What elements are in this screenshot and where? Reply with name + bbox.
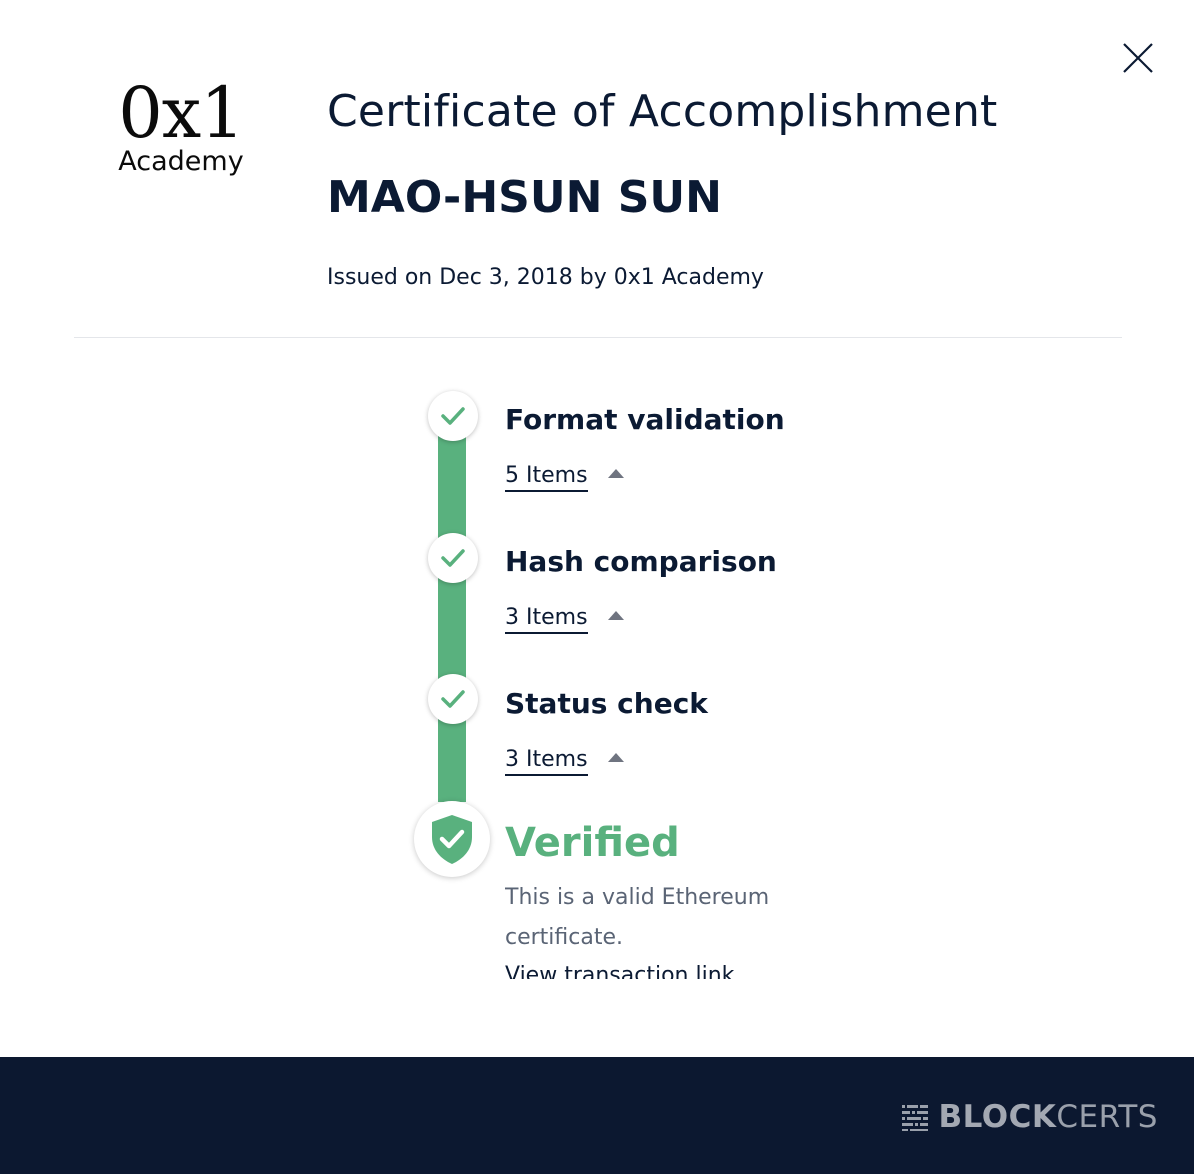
view-transaction-link[interactable]: View transaction link xyxy=(505,956,825,979)
caret-up-icon xyxy=(607,610,624,620)
verified-title: Verified xyxy=(505,820,680,866)
issuer-logo: 0x1 Academy xyxy=(96,72,266,178)
blockcerts-wordmark: BLOCKCERTS xyxy=(938,1099,1158,1135)
step-status-icon xyxy=(428,533,478,583)
brand-light-text: CERTS xyxy=(1056,1099,1158,1135)
step-items-toggle-format-validation[interactable]: 5 Items xyxy=(505,461,624,492)
certificate-title: Certificate of Accomplishment xyxy=(327,86,998,137)
step-items-label: 5 Items xyxy=(505,463,588,492)
brand-bold-text: BLOCK xyxy=(938,1099,1057,1135)
verified-details: This is a valid Ethereum certificate. Vi… xyxy=(505,878,825,979)
step-items-toggle-hash-comparison[interactable]: 3 Items xyxy=(505,603,624,634)
issuer-logo-subtitle: Academy xyxy=(118,146,244,177)
blockcerts-brand[interactable]: BLOCKCERTS xyxy=(900,1099,1158,1135)
timeline-progress-bar xyxy=(438,418,466,802)
header-divider xyxy=(74,337,1122,338)
caret-up-icon xyxy=(607,468,624,478)
close-button[interactable] xyxy=(1118,38,1158,78)
verified-description: This is a valid Ethereum certificate. xyxy=(505,885,770,950)
step-items-label: 3 Items xyxy=(505,605,588,634)
check-icon xyxy=(441,690,465,708)
step-status-icon xyxy=(428,674,478,724)
issued-info: Issued on Dec 3, 2018 by 0x1 Academy xyxy=(327,265,764,290)
shield-check-icon xyxy=(432,815,472,864)
step-items-toggle-status-check[interactable]: 3 Items xyxy=(505,745,624,776)
issuer-logo-mark: 0x1 xyxy=(118,72,245,154)
check-icon xyxy=(441,549,465,567)
recipient-name: MAO-HSUN SUN xyxy=(327,172,722,223)
close-icon xyxy=(1123,43,1153,73)
step-title-hash-comparison: Hash comparison xyxy=(505,545,777,578)
caret-up-icon xyxy=(607,752,624,762)
step-title-format-validation: Format validation xyxy=(505,403,785,436)
check-icon xyxy=(441,407,465,425)
blockcerts-logo-icon xyxy=(902,1105,929,1131)
verified-status-icon xyxy=(414,801,490,877)
footer: BLOCKCERTS xyxy=(0,1057,1194,1174)
step-status-icon xyxy=(428,391,478,441)
step-title-status-check: Status check xyxy=(505,687,708,720)
step-items-label: 3 Items xyxy=(505,747,588,776)
